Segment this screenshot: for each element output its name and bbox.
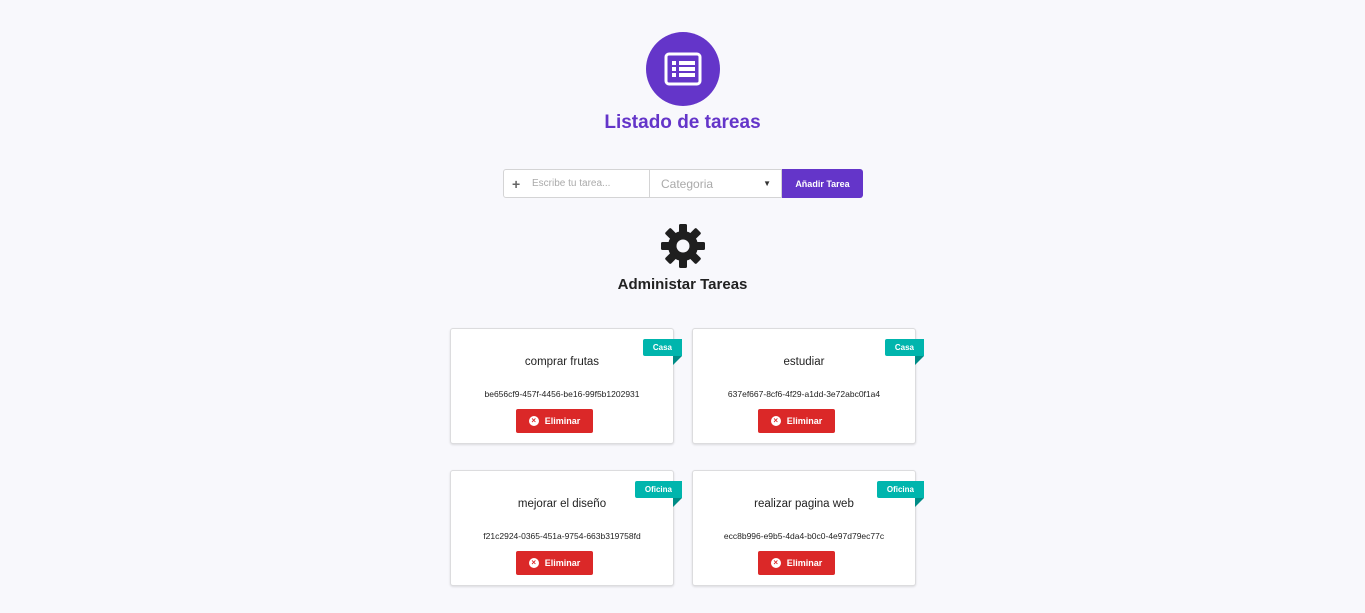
task-card: Oficina realizar pagina web ecc8b996-e9b… (692, 470, 925, 586)
task-form: + Categoria ▼ Añadir Tarea (503, 169, 863, 198)
task-id: ecc8b996-e9b5-4da4-b0c0-4e97d79ec77c (723, 531, 885, 541)
category-select-value: Categoria (661, 176, 714, 191)
caret-down-icon: ▼ (763, 179, 771, 188)
page: Listado de tareas + Categoria ▼ Añadir T… (0, 0, 1365, 613)
delete-button[interactable]: × Eliminar (758, 551, 835, 575)
delete-label: Eliminar (544, 416, 581, 426)
plus-icon: + (512, 175, 521, 192)
delete-button[interactable]: × Eliminar (516, 409, 593, 433)
task-title: realizar pagina web (754, 498, 854, 510)
close-circle-icon: × (770, 558, 781, 568)
section-title: Administar Tareas (617, 276, 748, 293)
task-title: comprar frutas (524, 356, 600, 368)
task-id: 637ef667-8cf6-4f29-a1dd-3e72abc0f1a4 (727, 389, 881, 399)
delete-label: Eliminar (786, 558, 823, 568)
gear-icon (659, 222, 707, 270)
category-ribbon: Oficina (876, 481, 925, 507)
task-card: Casa estudiar 637ef667-8cf6-4f29-a1dd-3e… (692, 328, 925, 444)
task-id: f21c2924-0365-451a-9754-663b319758fd (483, 531, 641, 541)
task-id: be656cf9-457f-4456-be16-99f5b1202931 (484, 389, 640, 399)
list-alt-icon (646, 32, 720, 106)
task-input[interactable] (530, 177, 646, 190)
task-card: Casa comprar frutas be656cf9-457f-4456-b… (450, 328, 683, 444)
task-card: Oficina mejorar el diseño f21c2924-0365-… (450, 470, 683, 586)
category-ribbon: Oficina (634, 481, 683, 507)
page-title: Listado de tareas (604, 112, 761, 133)
delete-button[interactable]: × Eliminar (758, 409, 835, 433)
category-select[interactable]: Categoria ▼ (650, 169, 782, 198)
category-ribbon: Casa (884, 339, 925, 365)
task-input-wrapper[interactable]: + (503, 169, 650, 198)
category-ribbon: Casa (642, 339, 683, 365)
task-title: mejorar el diseño (517, 498, 607, 510)
add-task-button[interactable]: Añadir Tarea (782, 169, 863, 198)
close-circle-icon: × (528, 558, 539, 568)
close-circle-icon: × (528, 416, 539, 426)
close-circle-icon: × (770, 416, 781, 426)
delete-label: Eliminar (786, 416, 823, 426)
delete-button[interactable]: × Eliminar (516, 551, 593, 575)
delete-label: Eliminar (544, 558, 581, 568)
task-title: estudiar (783, 356, 825, 368)
